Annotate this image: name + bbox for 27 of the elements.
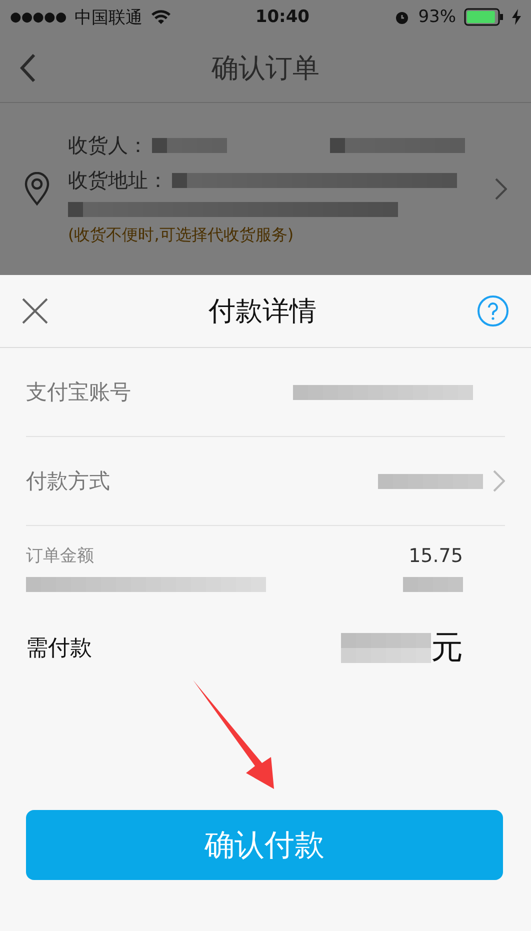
sheet-title: 付款详情	[208, 295, 316, 329]
back-chevron-icon[interactable]	[20, 53, 36, 83]
row-label: 支付宝账号	[26, 379, 131, 406]
delivery-hint: (收货不便时,可选择代收货服务)	[68, 225, 295, 246]
address-label: 收货地址：	[68, 167, 168, 194]
help-icon[interactable]	[477, 295, 509, 327]
order-amount-value: 15.75	[408, 544, 463, 566]
alarm-icon	[394, 9, 410, 25]
chevron-right-icon	[493, 470, 505, 492]
page-title: 确认订单	[212, 52, 320, 86]
row-label: 付款方式	[26, 468, 110, 495]
close-icon[interactable]	[22, 298, 48, 324]
order-amount-label: 订单金额	[26, 545, 94, 567]
location-pin-icon	[24, 172, 50, 206]
pixelated-redaction	[403, 577, 463, 592]
total-unit: 元	[431, 627, 463, 668]
carrier-name: 中国联通	[74, 6, 143, 28]
clock-time: 10:40	[255, 7, 310, 27]
payment-row[interactable]: 付款方式	[26, 437, 505, 526]
confirm-payment-button[interactable]: 确认付款	[26, 810, 503, 880]
signal-strength: ●●●●●	[10, 10, 67, 24]
wifi-icon	[150, 9, 171, 25]
recipient-label: 收货人：	[68, 132, 148, 159]
chevron-right-icon	[495, 178, 507, 200]
battery-percent: 93%	[418, 7, 456, 27]
battery-icon	[464, 8, 504, 26]
total-label: 需付款	[26, 635, 92, 663]
